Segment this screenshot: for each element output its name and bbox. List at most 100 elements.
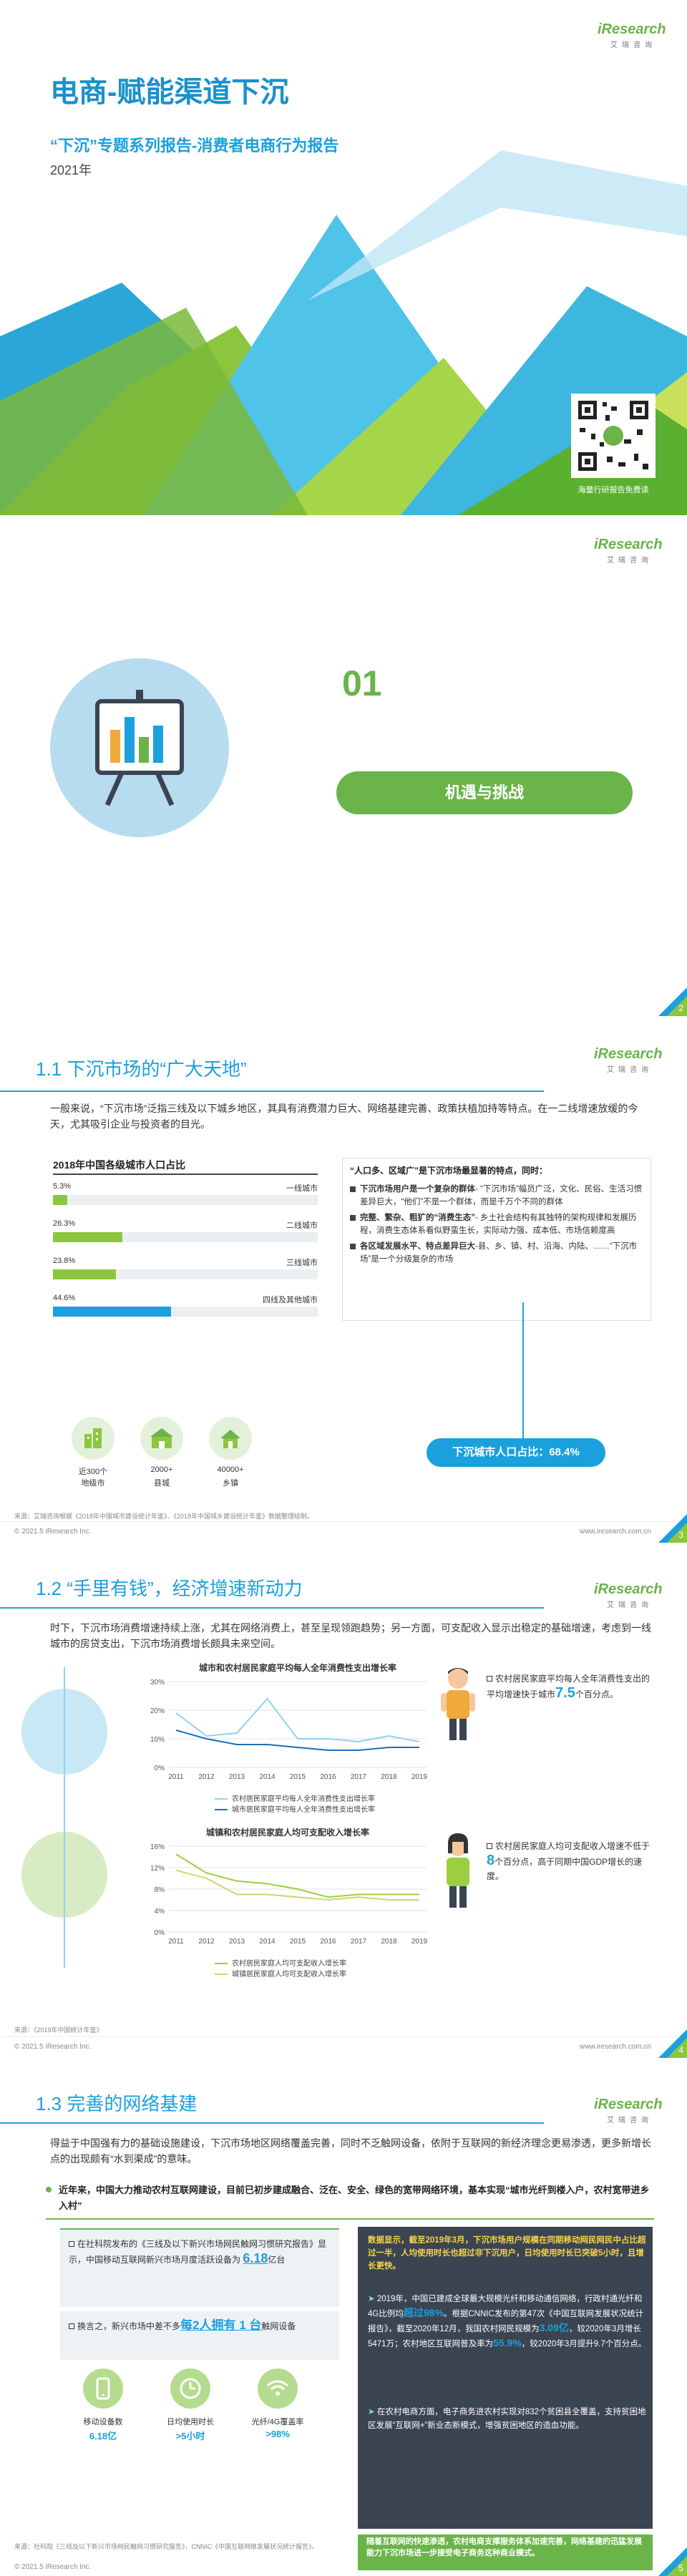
bar-value-label: 23.8% bbox=[53, 1257, 76, 1265]
stat-label: 日均使用时长 bbox=[167, 2418, 214, 2426]
square-bullet-icon bbox=[350, 1215, 356, 1221]
stat-label: 移动设备数 bbox=[83, 2418, 123, 2426]
house-icon bbox=[209, 1417, 252, 1460]
qr-code[interactable] bbox=[571, 394, 656, 478]
section-intro: 得益于中国强有力的基础设施建设，下沉市场地区网络覆盖完善，同时不乏触网设备，依附… bbox=[50, 2137, 651, 2165]
right-panel: 数据显示，截至2019年3月，下沉市场用户规模在同期移动网民网民中占比超过一半，… bbox=[358, 2227, 653, 2529]
x-tick-label: 2018 bbox=[381, 1773, 397, 1781]
note2-text: 农村居民家庭人均可支配收入增速不低于 bbox=[495, 1841, 651, 1851]
person-icon-2 bbox=[438, 1832, 478, 1911]
stat-value: 40000+ bbox=[217, 1465, 244, 1474]
title-underline bbox=[0, 2122, 544, 2124]
section-title: 1.3 完善的网络基建 bbox=[36, 2093, 198, 2114]
bar-track bbox=[53, 1195, 318, 1205]
section-1-3: 1.3 完善的网络基建 iResearch 艾瑞咨询 得益于中国强有力的基础设施… bbox=[0, 2061, 687, 2576]
left2-square-icon bbox=[69, 2323, 74, 2329]
bar bbox=[53, 1232, 123, 1242]
brand-logo: iResearch 艾瑞咨询 bbox=[594, 1581, 663, 1609]
legend-item: 城市居民家庭平均每人全年消费性支出增长率 bbox=[215, 1803, 375, 1814]
x-tick-label: 2011 bbox=[168, 1773, 184, 1781]
y-tick-label: 12% bbox=[150, 1865, 165, 1873]
page-number: 3 bbox=[658, 1514, 687, 1543]
feature-bold: 下沉市场用户是一个复杂的群体 bbox=[360, 1185, 475, 1194]
legend-swatch bbox=[215, 1974, 228, 1976]
square-bullet-icon bbox=[350, 1186, 356, 1192]
x-tick-label: 2017 bbox=[351, 1773, 367, 1781]
chapter-number: 01 bbox=[342, 663, 382, 703]
chart1-title: 城市和农村居民家庭平均每人全年消费性支出增长率 bbox=[199, 1663, 397, 1673]
callout-text: 下沉城市人口占比：68.4% bbox=[452, 1446, 580, 1458]
arrow-icon: ➤ bbox=[368, 2295, 377, 2303]
stat-value: 6.18亿 bbox=[89, 2431, 117, 2441]
x-tick-label: 2015 bbox=[290, 1938, 306, 1946]
note2-number: 8 bbox=[487, 1853, 495, 1868]
qr-caption: 海量行研报告免费读 bbox=[578, 486, 649, 494]
chart1-legend: 农村居民家庭平均每人全年消费性支出增长率 城市居民家庭平均每人全年消费性支出增长率 bbox=[215, 1792, 375, 1814]
banner-bullet-icon bbox=[46, 2187, 52, 2192]
left1-text: 在社科院发布的《三线及以下新兴市场网民触网习惯研究报告》显示，中国移动互联网新兴… bbox=[69, 2239, 327, 2265]
left1-square-icon bbox=[69, 2241, 74, 2247]
brand-logo: iResearch 艾瑞咨询 bbox=[594, 537, 663, 565]
page-number: 2 bbox=[658, 987, 687, 1016]
x-tick-label: 2012 bbox=[198, 1938, 215, 1946]
left-box-2: 换言之，新兴市场中差不多每2人拥有 1 台触网设备 bbox=[60, 2311, 339, 2360]
title-underline bbox=[0, 1607, 544, 1609]
left2-highlight: 每2人拥有 1 台 bbox=[180, 2318, 262, 2332]
person-icon-1 bbox=[438, 1664, 478, 1743]
right-bullet-2: ➤ 在农村电商方面，电子商务进农村实现对832个贫困县全覆盖，支持贫困地区发展“… bbox=[368, 2408, 646, 2430]
bar-category-label: 四线及其他城市 bbox=[263, 1296, 318, 1304]
bar-value-label: 44.6% bbox=[53, 1294, 76, 1302]
callout-line bbox=[522, 1302, 524, 1438]
brand-logo: iResearch 艾瑞咨询 bbox=[594, 1046, 663, 1074]
town-icon bbox=[140, 1417, 183, 1460]
section-1-2: 1.2 “手里有钱”，经济增速新动力 iResearch 艾瑞咨询 时下，下沉市… bbox=[0, 1546, 687, 2061]
pop-chart-title: 2018年中国各级城市人口占比 bbox=[53, 1159, 186, 1171]
income-line-chart: 0% 4% 8% 12% 16% 2011 2012 2013 2014 2015 2016 2017… bbox=[150, 1843, 428, 1946]
chart2-legend: 农村居民家庭人均可支配收入增长率 城镇居民家庭人均可支配收入增长率 bbox=[215, 1957, 346, 1979]
square-bullet-icon bbox=[350, 1244, 356, 1249]
stat-label: 地级市 bbox=[81, 1479, 105, 1488]
x-tick-label: 2015 bbox=[290, 1773, 306, 1781]
left1-number: 6.18 bbox=[243, 2251, 268, 2265]
x-tick-label: 2011 bbox=[168, 1938, 184, 1946]
x-tick-label: 2014 bbox=[259, 1938, 276, 1946]
wifi-icon bbox=[258, 2368, 298, 2409]
features-box: “人口多、区域广”是下沉市场最显著的特点，同时： 下沉市场用户是一个复杂的群体-… bbox=[342, 1158, 651, 1321]
left2-text: 换言之，新兴市场中差不多 bbox=[77, 2321, 181, 2331]
right-head: 数据显示，截至2019年3月，下沉市场用户规模在同期移动网民网民中占比超过一半，… bbox=[368, 2236, 646, 2270]
left1-suffix: 亿台 bbox=[268, 2255, 286, 2265]
x-tick-label: 2016 bbox=[320, 1938, 336, 1946]
note1-square-icon bbox=[487, 1676, 492, 1682]
features-title: “人口多、区域广”是下沉市场最显著的特点，同时： bbox=[350, 1166, 548, 1176]
bar bbox=[53, 1195, 67, 1205]
stat-label: 光纤/4G覆盖率 bbox=[251, 2418, 304, 2426]
x-tick-label: 2018 bbox=[381, 1938, 397, 1946]
footer: © 2021.5 iResearch Inc. www.iresearch.co… bbox=[0, 1521, 687, 1540]
left2-suffix: 触网设备 bbox=[261, 2321, 296, 2331]
y-tick-label: 10% bbox=[150, 1736, 165, 1744]
arrow-icon: ➤ bbox=[368, 2408, 377, 2416]
source-note: 来源：《2019年中国统计年鉴》 bbox=[14, 2026, 103, 2034]
legend-label: 农村居民家庭平均每人全年消费性支出增长率 bbox=[232, 1795, 375, 1803]
stat-value: >98% bbox=[265, 2429, 290, 2439]
y-tick-label: 16% bbox=[150, 1843, 165, 1851]
stat-value: >5小时 bbox=[175, 2431, 205, 2441]
x-tick-label: 2013 bbox=[229, 1938, 245, 1946]
clock-icon bbox=[170, 2368, 210, 2409]
series-line bbox=[175, 1729, 419, 1751]
section-title: 1.1 下沉市场的“广大天地” bbox=[36, 1058, 247, 1080]
y-tick-label: 8% bbox=[155, 1886, 165, 1894]
feature-bold: 各区域发展水平、特点差异巨大 bbox=[360, 1242, 475, 1251]
legend-item: 城镇居民家庭人均可支配收入增长率 bbox=[215, 1968, 346, 1979]
legend-item: 农村居民家庭平均每人全年消费性支出增长率 bbox=[215, 1792, 375, 1803]
note2: 农村居民家庭人均可支配收入增速不低于8个百分点，高于同期中国GDP增长的速度。 bbox=[487, 1839, 651, 1883]
source-note: 来源：艾瑞咨询根据《2018年中国城市建设统计年鉴》、《2018年中国城乡建设统… bbox=[14, 1513, 314, 1520]
feature-item: 完整、繁杂、粗犷的“消费生态”- 乡土社会结构有其独特的架构规律和发展历程，消费… bbox=[350, 1211, 645, 1237]
series-line bbox=[175, 1697, 420, 1743]
bar-category-label: 二线城市 bbox=[286, 1221, 318, 1230]
legend-item: 农村居民家庭人均可支配收入增长率 bbox=[215, 1957, 346, 1968]
footer: © 2021.5 iResearch Inc. bbox=[14, 2563, 92, 2571]
note1: 农村居民家庭平均每人全年消费性支出的平均增速快于城市7.5个百分点。 bbox=[487, 1672, 651, 1702]
bar-value-label: 5.3% bbox=[53, 1182, 72, 1191]
page-number: 5 bbox=[658, 2547, 687, 2576]
